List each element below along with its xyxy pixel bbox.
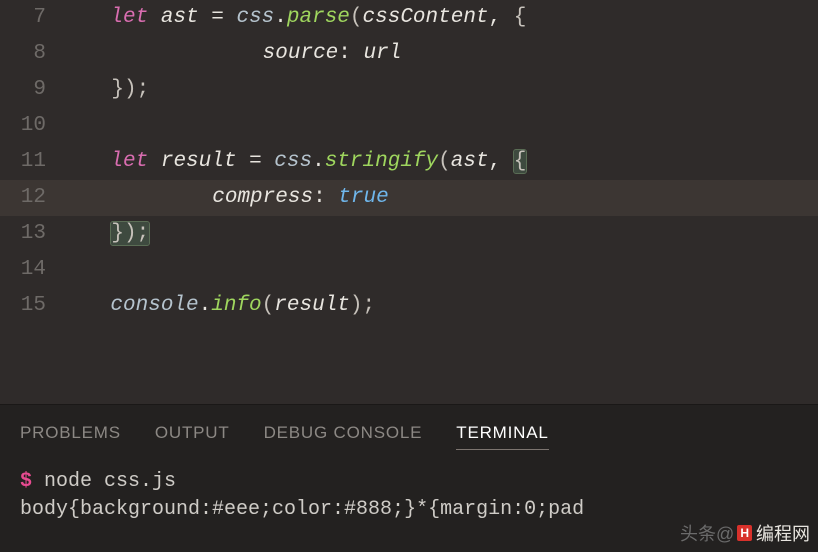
watermark: 头条@ H 编程网 [680, 520, 810, 546]
line-number: 15 [0, 288, 60, 324]
terminal[interactable]: $ node css.js body{background:#eee;color… [0, 462, 818, 524]
terminal-prompt: $ [20, 470, 32, 493]
terminal-output: body{background:#eee;color:#888;}*{margi… [20, 498, 584, 521]
tab-output[interactable]: OUTPUT [155, 423, 230, 450]
tab-problems[interactable]: PROBLEMS [20, 423, 121, 450]
code [60, 108, 818, 144]
line-number: 10 [0, 108, 60, 144]
code: source: url [60, 36, 818, 72]
watermark-text: 编程网 [756, 520, 810, 546]
line-number: 14 [0, 252, 60, 288]
panel-tabs: PROBLEMS OUTPUT DEBUG CONSOLE TERMINAL [0, 405, 818, 462]
watermark-badge: H [737, 525, 752, 541]
line-number: 8 [0, 36, 60, 72]
line-number: 9 [0, 72, 60, 108]
bracket-match-close: }); [111, 222, 149, 245]
line-number: 13 [0, 216, 60, 252]
watermark-prefix: 头条@ [680, 520, 734, 546]
bracket-match-open: { [514, 150, 527, 173]
code-line-8: 8 source: url [0, 36, 818, 72]
line-number: 11 [0, 144, 60, 180]
code-editor[interactable]: 7 let ast = css.parse(cssContent, { 8 so… [0, 0, 818, 404]
terminal-command: node css.js [32, 470, 176, 493]
code: console.info(result); [60, 288, 818, 324]
code: let result = css.stringify(ast, { [60, 144, 818, 180]
code-line-12: 12 compress: true [0, 180, 818, 216]
code-line-11: 11 let result = css.stringify(ast, { [0, 144, 818, 180]
code: let ast = css.parse(cssContent, { [60, 0, 818, 36]
tab-terminal[interactable]: TERMINAL [456, 423, 548, 450]
line-number: 12 [0, 180, 60, 216]
bottom-panel: PROBLEMS OUTPUT DEBUG CONSOLE TERMINAL $… [0, 404, 818, 552]
code-line-10: 10 [0, 108, 818, 144]
code: compress: true [60, 180, 818, 216]
code-line-14: 14 [0, 252, 818, 288]
line-number: 7 [0, 0, 60, 36]
code: }); [60, 72, 818, 108]
code-line-9: 9 }); [0, 72, 818, 108]
code-line-13: 13 }); [0, 216, 818, 252]
code-line-7: 7 let ast = css.parse(cssContent, { [0, 0, 818, 36]
code [60, 252, 818, 288]
tab-debug-console[interactable]: DEBUG CONSOLE [264, 423, 423, 450]
code-line-15: 15 console.info(result); [0, 288, 818, 324]
code: }); [60, 216, 818, 252]
